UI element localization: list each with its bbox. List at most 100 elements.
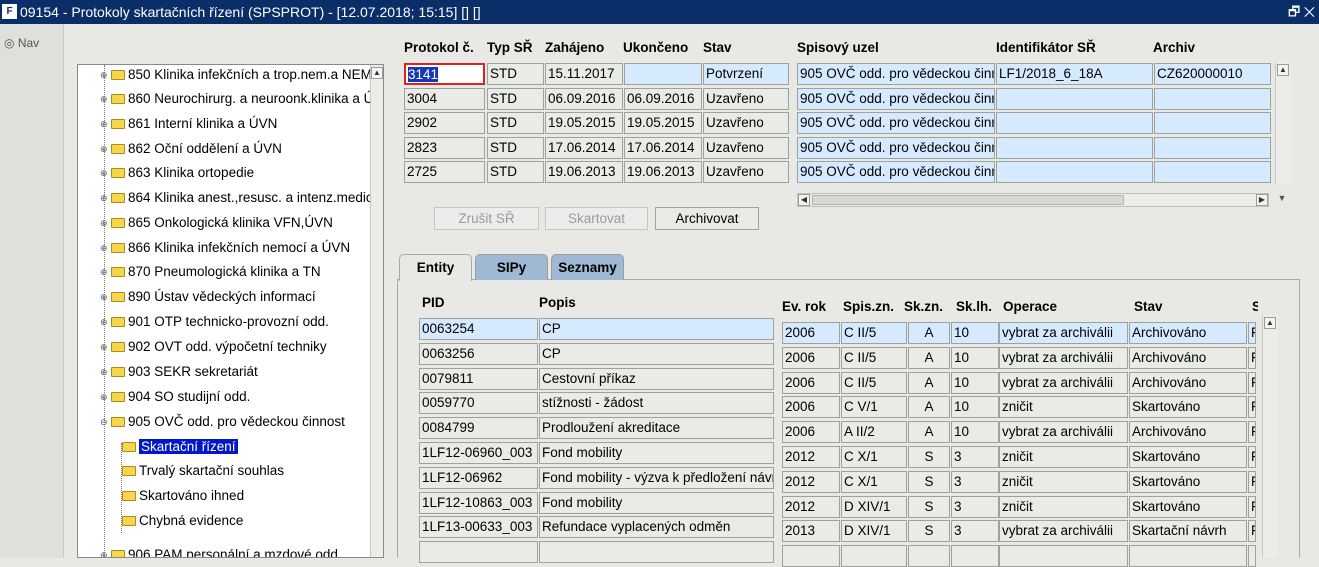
protocol-typ-cell[interactable]: STD <box>487 112 544 135</box>
entity-evrok-cell[interactable]: 2012 <box>782 446 840 468</box>
entity-skzn-cell[interactable]: S <box>908 470 950 493</box>
archivovat-button[interactable]: Archivovat <box>655 207 759 230</box>
protocol-ukonceno-cell[interactable] <box>624 63 702 85</box>
tree-node[interactable]: ⊕ 906 PAM personální a mzdové odd. <box>100 545 342 557</box>
entity-stav-cell[interactable]: Skartováno <box>1129 495 1247 518</box>
entity-skzn-cell[interactable]: A <box>908 322 950 344</box>
protocol-zahajeno-cell[interactable]: 19.06.2013 <box>545 161 623 184</box>
protocol-protokol-cell[interactable]: 3141 <box>404 63 485 85</box>
expand-icon[interactable]: ⊕ <box>100 362 110 382</box>
expand-icon[interactable]: ⊕ <box>100 287 110 307</box>
entity-stav-cell[interactable]: Skartační návrh <box>1129 520 1247 543</box>
entity-s-cell[interactable]: F <box>1248 396 1256 419</box>
entity-sklh-cell[interactable]: 3 <box>951 446 999 468</box>
entity-evrok-cell[interactable]: 2012 <box>782 470 840 493</box>
tree-node[interactable]: ⊕ 850 Klinika infekčních a trop.nem.a NEM <box>100 65 372 85</box>
protocol-stav-cell[interactable]: Uzavřeno <box>703 87 789 110</box>
tab-sipy[interactable]: SIPy <box>475 254 548 280</box>
tree-node[interactable]: ⊖ 905 OVČ odd. pro vědeckou činnost <box>100 412 345 432</box>
entity-skzn-cell[interactable]: S <box>908 446 950 468</box>
protocol-ukonceno-cell[interactable]: 19.05.2015 <box>624 112 702 135</box>
entity-empty-cell[interactable] <box>908 545 950 567</box>
entity-pid-cell[interactable]: 1LF12-10863_003 <box>419 491 538 514</box>
expand-icon[interactable]: ⊕ <box>100 139 110 159</box>
entity-spiszn-cell[interactable]: C II/5 <box>841 346 907 369</box>
entity-empty-cell[interactable] <box>539 541 774 564</box>
entity-evrok-cell[interactable]: 2006 <box>782 346 840 369</box>
entity-empty-cell[interactable] <box>782 545 840 567</box>
entity-operace-cell[interactable]: zničit <box>999 470 1128 493</box>
protocol-archiv-cell[interactable] <box>1154 87 1271 110</box>
tree-node[interactable]: ⊕ 861 Interní klinika a ÚVN <box>100 114 277 134</box>
entity-pid-cell[interactable]: 1LF12-06960_003 <box>419 442 538 464</box>
protocol-uzel-cell[interactable]: 905 OVČ odd. pro vědeckou činnost <box>797 63 995 85</box>
entity-skzn-cell[interactable]: A <box>908 371 950 394</box>
collapse-icon[interactable]: ⊖ <box>100 412 110 432</box>
zrusit-sr-button[interactable]: Zrušit SŘ <box>434 207 539 230</box>
entity-skzn-cell[interactable]: A <box>908 396 950 419</box>
tree-child-node[interactable]: Skartováno ihned <box>122 486 244 506</box>
entity-pid-cell[interactable]: 0079811 <box>419 367 538 390</box>
entity-empty-cell[interactable] <box>419 541 538 564</box>
expand-icon[interactable]: ⊕ <box>100 312 110 332</box>
tree-child-node[interactable]: Chybná evidence <box>122 511 243 531</box>
entity-stav-cell[interactable]: Archivováno <box>1129 421 1247 444</box>
expand-icon[interactable]: ⊕ <box>100 337 110 357</box>
entity-sklh-cell[interactable]: 3 <box>951 470 999 493</box>
scroll-thumb[interactable] <box>812 195 1124 205</box>
tree-node[interactable]: ⊕ 866 Klinika infekčních nemocí a ÚVN <box>100 238 350 258</box>
entity-sklh-cell[interactable]: 10 <box>951 421 999 444</box>
entity-stav-cell[interactable]: Skartováno <box>1129 446 1247 468</box>
entity-s-cell[interactable]: F <box>1248 371 1256 394</box>
expand-icon[interactable]: ⊕ <box>100 262 110 282</box>
protocol-stav-cell[interactable]: Uzavřeno <box>703 136 789 159</box>
protocol-ident-cell[interactable] <box>996 161 1153 184</box>
protocol-typ-cell[interactable]: STD <box>487 161 544 184</box>
entity-popis-cell[interactable]: Fond mobility <box>539 491 774 514</box>
entity-stav-cell[interactable]: Archivováno <box>1129 346 1247 369</box>
entity-s-cell[interactable]: F <box>1248 495 1256 518</box>
entity-empty-cell[interactable] <box>999 545 1128 567</box>
entity-evrok-cell[interactable]: 2006 <box>782 322 840 344</box>
entity-popis-cell[interactable]: Fond mobility <box>539 442 774 464</box>
entity-operace-cell[interactable]: zničit <box>999 495 1128 518</box>
entity-pid-cell[interactable]: 1LF12-06962 <box>419 466 538 489</box>
protocol-ukonceno-cell[interactable]: 17.06.2014 <box>624 136 702 159</box>
protocol-ukonceno-cell[interactable]: 06.09.2016 <box>624 87 702 110</box>
tree-node[interactable]: ⊕ 904 SO studijní odd. <box>100 387 250 407</box>
protocol-stav-cell[interactable]: Potvrzení <box>703 63 789 85</box>
protocol-protokol-cell[interactable]: 2725 <box>404 161 485 184</box>
entity-skzn-cell[interactable]: S <box>908 520 950 543</box>
entity-s-cell[interactable]: F <box>1248 446 1256 468</box>
expand-icon[interactable]: ⊕ <box>100 545 110 557</box>
entity-spiszn-cell[interactable]: A II/2 <box>841 421 907 444</box>
entity-evrok-cell[interactable]: 2006 <box>782 371 840 394</box>
expand-icon[interactable]: ⊕ <box>100 163 110 183</box>
entity-popis-cell[interactable]: Fond mobility - výzva k předložení návrh… <box>539 466 774 489</box>
entity-s-cell[interactable]: F <box>1248 322 1256 344</box>
expand-icon[interactable]: ⊕ <box>100 65 110 85</box>
entity-operace-cell[interactable]: zničit <box>999 396 1128 419</box>
scroll-down-icon[interactable]: ▼ <box>1275 193 1289 207</box>
entity-skzn-cell[interactable]: A <box>908 421 950 444</box>
entity-empty-cell[interactable] <box>841 545 907 567</box>
nav-toggle[interactable]: ◎ Nav <box>4 36 39 50</box>
protocol-zahajeno-cell[interactable]: 06.09.2016 <box>545 87 623 110</box>
entity-spiszn-cell[interactable]: C II/5 <box>841 322 907 344</box>
entity-skzn-cell[interactable]: A <box>908 346 950 369</box>
protocol-uzel-cell[interactable]: 905 OVČ odd. pro vědeckou činnost <box>797 136 995 159</box>
protocol-stav-cell[interactable]: Uzavřeno <box>703 112 789 135</box>
tree-node[interactable]: ⊕ 864 Klinika anest.,resusc. a intenz.med… <box>100 188 383 208</box>
entity-evrok-cell[interactable]: 2006 <box>782 421 840 444</box>
entity-operace-cell[interactable]: vybrat za archiválii <box>999 520 1128 543</box>
entity-empty-cell[interactable] <box>1129 545 1247 567</box>
tab-entity[interactable]: Entity <box>399 254 472 281</box>
entity-empty-cell[interactable] <box>1248 545 1256 567</box>
entity-spiszn-cell[interactable]: C V/1 <box>841 396 907 419</box>
entity-stav-cell[interactable]: Archivováno <box>1129 322 1247 344</box>
entity-stav-cell[interactable]: Archivováno <box>1129 371 1247 394</box>
entity-pid-cell[interactable]: 0063256 <box>419 342 538 365</box>
entity-sklh-cell[interactable]: 10 <box>951 396 999 419</box>
entity-s-cell[interactable]: F <box>1248 470 1256 493</box>
entity-sklh-cell[interactable]: 3 <box>951 520 999 543</box>
